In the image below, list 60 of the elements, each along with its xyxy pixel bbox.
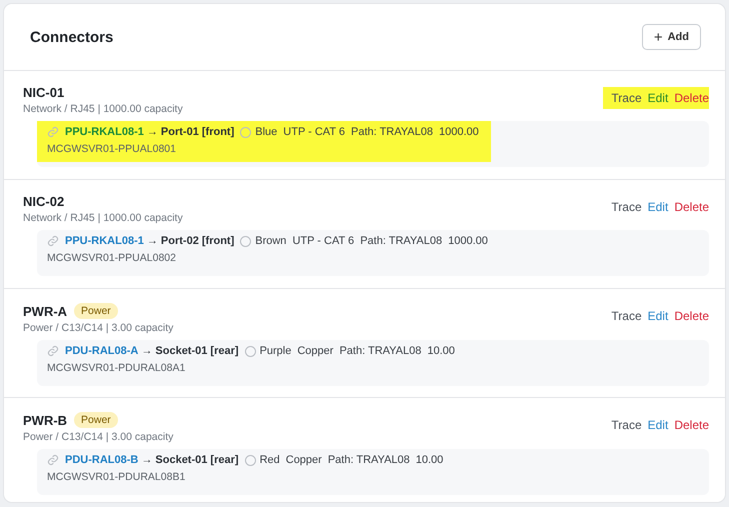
device-link[interactable]: PPU-RKAL08-1 — [65, 235, 144, 247]
action-link[interactable]: Delete — [674, 418, 709, 432]
cable-medium: UTP - CAT 6 — [292, 235, 354, 247]
cable-capacity: 1000.00 — [448, 235, 488, 247]
circle-icon — [240, 126, 252, 138]
action-link[interactable]: Trace — [611, 418, 642, 432]
cable-path: Path: TRAYAL08 — [339, 345, 422, 357]
device-link[interactable]: PDU-RAL08-A — [65, 345, 138, 357]
cable-id: MCGWSVR01-PPUAL0801 — [47, 143, 177, 155]
cable-capacity: 10.00 — [416, 454, 444, 466]
add-button[interactable]: + Add — [642, 24, 701, 50]
cable-path: Path: TRAYAL08 — [351, 126, 433, 138]
device-link[interactable]: PPU-RKAL08-1 — [65, 126, 144, 138]
cable-id: MCGWSVR01-PDURAL08B1 — [47, 471, 186, 483]
connector-name: PWR-B — [23, 412, 68, 428]
cable-id: MCGWSVR01-PDURAL08A1 — [47, 362, 186, 374]
circle-icon — [244, 346, 256, 356]
device-link[interactable]: PDU-RAL08-B — [65, 454, 138, 466]
port-label: → Port-02 [front] — [146, 235, 234, 247]
action-link[interactable]: Edit — [648, 418, 668, 432]
cable-capacity: 10.00 — [427, 345, 455, 357]
connector-meta: Power / C13/C14 | 3.00 capacity — [23, 431, 174, 443]
action-link[interactable]: Delete — [674, 309, 709, 323]
action-link[interactable]: Delete — [674, 200, 709, 214]
action-link[interactable]: Edit — [648, 200, 668, 214]
cable-medium: Copper — [297, 345, 334, 357]
action-link[interactable]: Edit — [648, 309, 668, 323]
connector-name: NIC-02 — [23, 194, 64, 209]
cable-medium: Copper — [286, 454, 322, 466]
cable-path: Path: TRAYAL08 — [328, 454, 410, 466]
link-icon — [47, 126, 59, 138]
cable-capacity: 1000.00 — [438, 126, 479, 138]
action-link[interactable]: Trace — [611, 309, 642, 323]
type-tag: Power — [74, 303, 118, 319]
action-link[interactable]: Delete — [674, 91, 709, 105]
cable-color: Blue — [255, 126, 278, 138]
cable-color: Brown — [255, 235, 286, 247]
cable-color: Red — [260, 454, 280, 466]
circle-icon — [244, 454, 256, 466]
cable-color: Purple — [260, 345, 292, 357]
circle-icon — [240, 236, 252, 246]
connector-meta: Power / C13/C14 | 3.00 capacity — [23, 322, 174, 334]
port-label: → Socket-01 [rear] — [141, 454, 239, 466]
connector-meta: Network / RJ45 | 1000.00 capacity — [23, 103, 183, 115]
cable-id: MCGWSVR01-PPUAL0802 — [47, 252, 177, 264]
action-link[interactable]: Trace — [611, 200, 642, 214]
connector-meta: Network / RJ45 | 1000.00 capacity — [23, 212, 183, 224]
type-tag: Power — [74, 412, 118, 428]
link-icon — [47, 345, 59, 357]
port-label: → Socket-01 [rear] — [141, 345, 239, 357]
card-title: Connectors — [30, 28, 114, 46]
link-icon — [47, 454, 59, 466]
connector-name: NIC-01 — [23, 85, 64, 100]
cable-path: Path: TRAYAL08 — [360, 235, 442, 247]
port-label: → Port-01 [front] — [146, 126, 234, 138]
cable-medium: UTP - CAT 6 — [283, 126, 346, 138]
link-icon — [47, 235, 59, 247]
action-link[interactable]: Trace — [611, 91, 642, 105]
connector-name: PWR-A — [23, 304, 68, 318]
action-link[interactable]: Edit — [648, 91, 668, 105]
